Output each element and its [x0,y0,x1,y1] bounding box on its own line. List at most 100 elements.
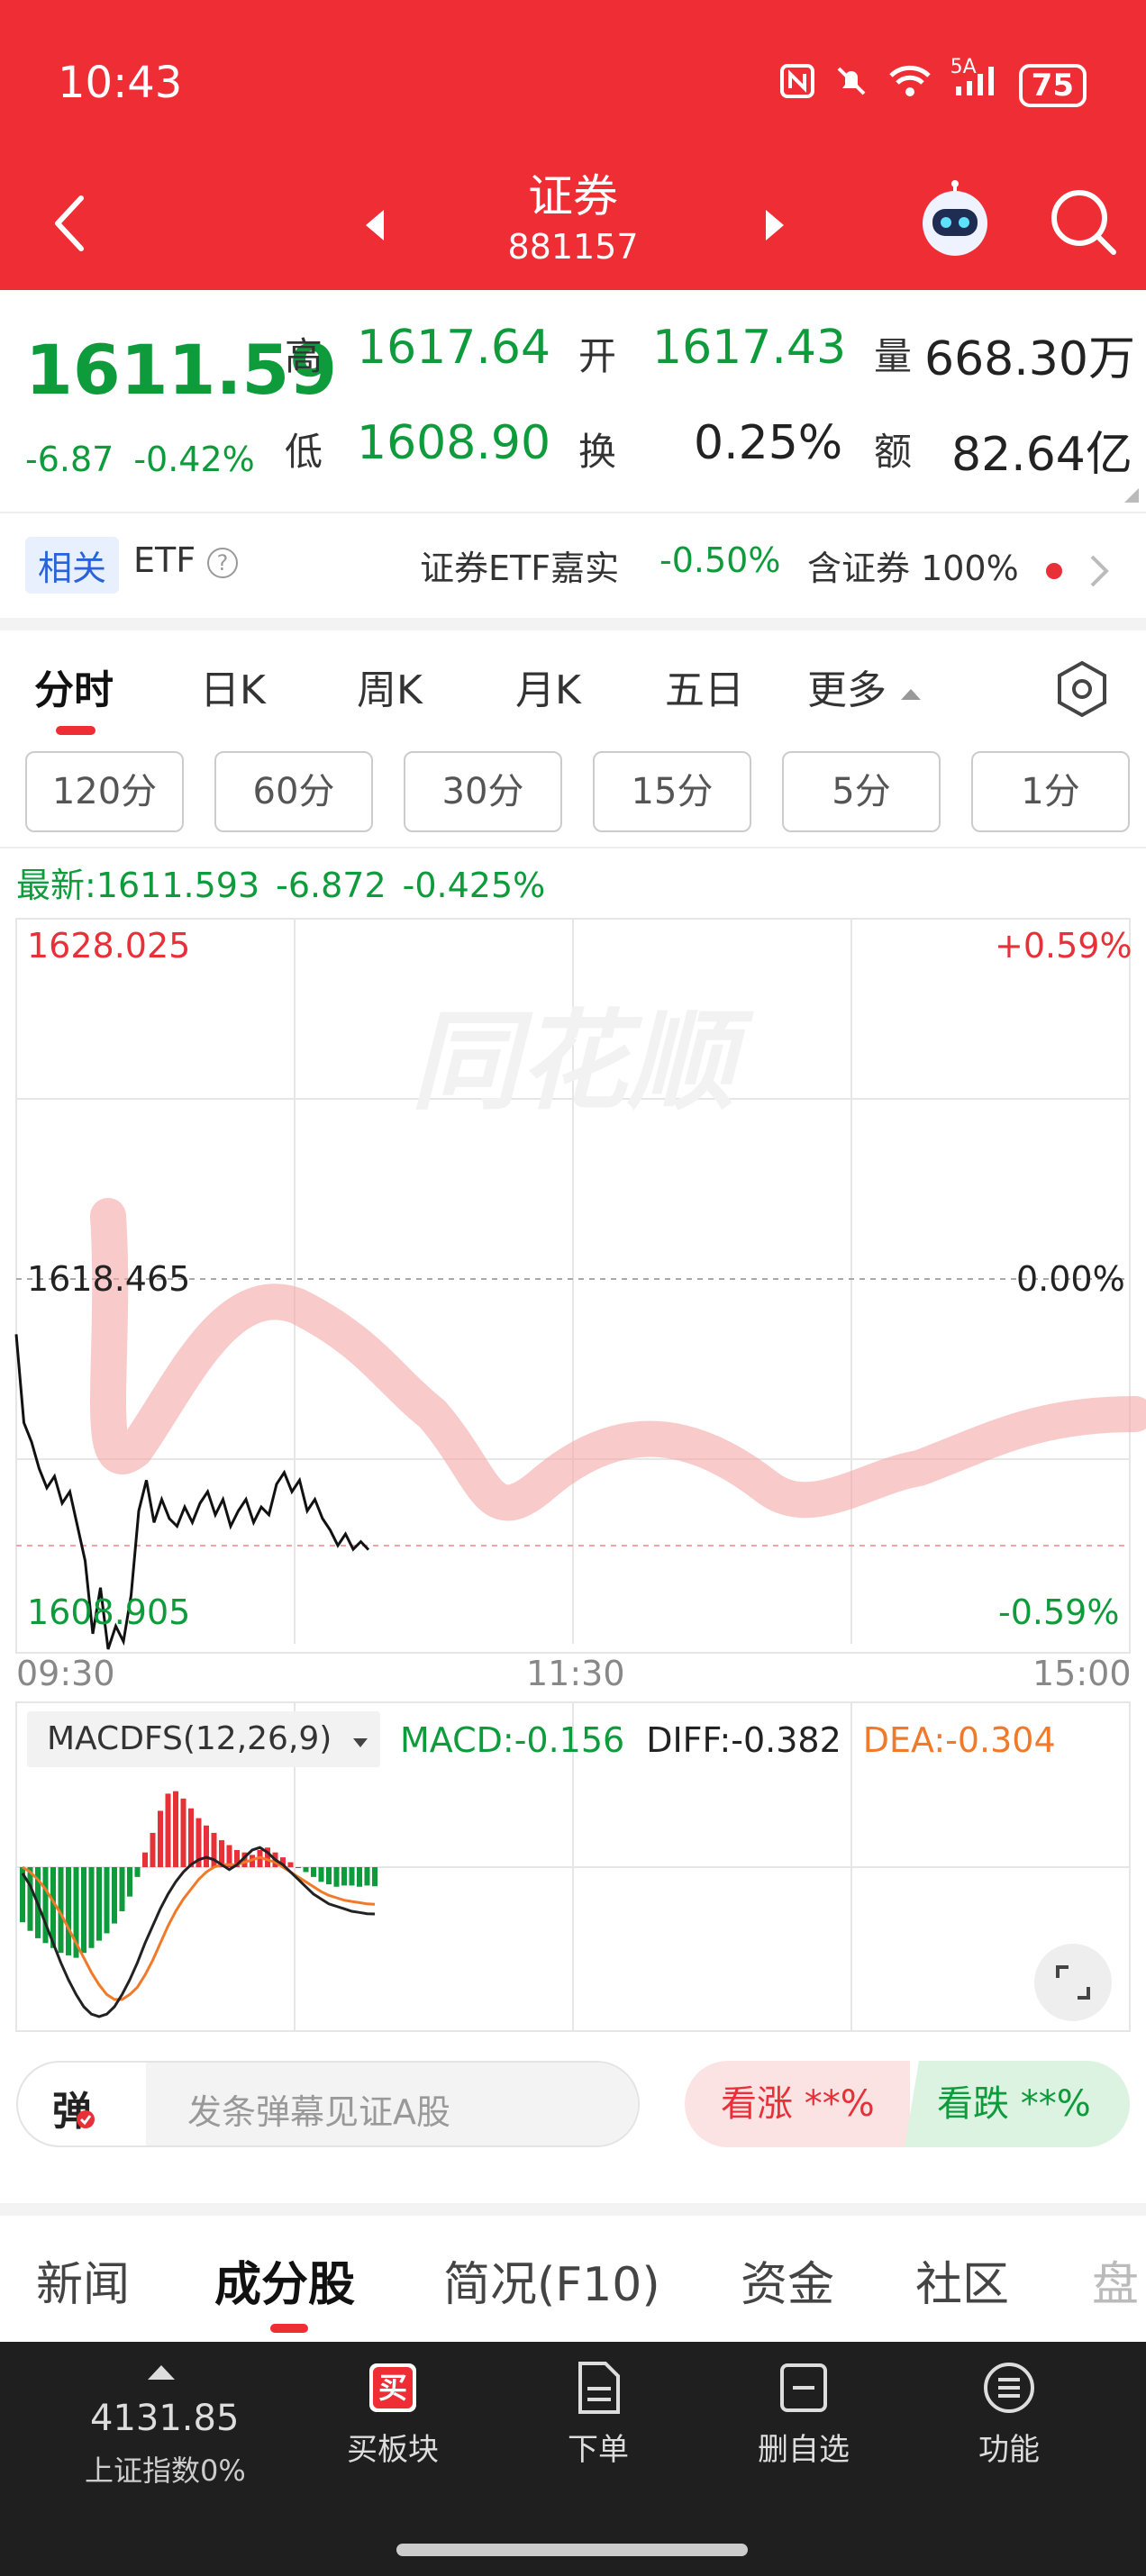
menu-circle-icon [982,2358,1036,2417]
tab-profile[interactable]: 简况(F10) [443,2246,660,2314]
period-5[interactable]: 5分 [782,751,941,832]
chevron-right-icon[interactable] [1088,553,1110,589]
axis-top-pct: +0.59% [995,926,1132,966]
buy-sector-label: 买板块 [347,2432,439,2468]
tab-weekly-k[interactable]: 周K [357,658,423,715]
chart-tabs: 分时 日K 周K 月K 五日 更多 [0,630,1146,739]
bottom-toolbar: 4131.85 上证指数0% 买 买板块 下单 删自选 功能 [0,2342,1146,2576]
divider [0,847,1146,848]
change-value: -6.87 [25,440,114,479]
wifi-icon [887,63,932,107]
vote-fall-button[interactable]: 看跌 **% [905,2061,1130,2147]
prev-stock-button[interactable] [357,203,393,248]
amount-value: 82.64亿 [951,428,1132,482]
vote-rise-button[interactable]: 看涨 **% [685,2061,910,2147]
macd-bar [318,1867,324,1882]
diff-value: DIFF:-0.382 [646,1720,841,1760]
open-value: 1617.43 [652,321,847,375]
macd-bar [158,1810,163,1867]
danmu-placeholder: 发条弹幕见证A股 [187,2092,450,2132]
macd-bar [142,1852,148,1867]
axis-bottom-pct: -0.59% [998,1592,1120,1632]
macd-bar [333,1867,340,1887]
axis-bottom-price: 1608.905 [27,1592,191,1632]
minus-square-icon [777,2358,831,2417]
macd-bar [127,1867,132,1897]
macd-bar [372,1867,377,1887]
time-end: 15:00 [1032,1654,1132,1693]
period-30[interactable]: 30分 [404,751,562,832]
period-120[interactable]: 120分 [25,751,184,832]
axis-mid-pct: 0.00% [1016,1259,1125,1299]
tab-news[interactable]: 新闻 [36,2246,130,2314]
tab-funds[interactable]: 资金 [741,2246,834,2314]
tab-market[interactable]: 盘 [1092,2246,1139,2314]
macd-bar [112,1867,117,1924]
status-time: 10:43 [58,58,183,108]
tab-community[interactable]: 社区 [915,2246,1009,2314]
robot-assistant-icon[interactable] [914,180,996,261]
period-15[interactable]: 15分 [593,751,751,832]
network-type: 5A [950,56,977,78]
macd-bar [104,1867,110,1934]
settings-hexagon-icon[interactable] [1052,659,1112,719]
time-mid: 11:30 [526,1654,625,1693]
macd-bar [27,1867,33,1931]
active-tab-underline [56,726,96,735]
turnover-label: 换 [578,430,617,474]
etf-row[interactable]: 相关 ETF ? 证券ETF嘉实 -0.50% 含证券 100% [0,512,1146,618]
remove-watchlist-label: 删自选 [758,2432,850,2468]
latest-change: -6.872 [276,866,387,905]
content-tabs: 新闻 成分股 简况(F10) 资金 社区 盘 [0,2214,1146,2340]
macd-bar [287,1862,294,1867]
mute-icon [833,63,869,107]
change-percent: -0.42% [133,440,255,479]
high-value: 1617.64 [357,321,551,375]
tab-intraday[interactable]: 分时 [34,658,114,715]
macd-bar [357,1867,362,1887]
tab-daily-k[interactable]: 日K [200,658,266,715]
latest-price: 最新:1611.593 [16,866,260,905]
macd-bar [173,1791,178,1867]
next-stock-button[interactable] [757,203,793,248]
status-icons: 5A 75 [779,56,1087,107]
tab-more-label: 更多 [807,667,887,713]
fullscreen-expand-icon[interactable] [1034,1944,1112,2021]
etf-name: 证券ETF嘉实 [420,549,620,588]
home-indicator[interactable] [396,2544,748,2556]
low-label: 低 [285,430,323,474]
tab-five-day[interactable]: 五日 [665,658,744,715]
latest-pct: -0.425% [402,866,546,905]
macd-bar [188,1808,194,1867]
danmu-input[interactable]: 弹 发条弹幕见证A股 [16,2061,640,2147]
macd-bar [88,1867,95,1948]
tab-monthly-k[interactable]: 月K [515,658,581,715]
search-icon[interactable] [1045,184,1121,259]
help-icon[interactable]: ? [207,548,238,578]
macd-bar [311,1867,316,1877]
macd-bar [341,1867,347,1886]
back-button[interactable] [41,187,96,259]
axis-top-price: 1628.025 [27,926,191,966]
functions-button[interactable]: 功能 [928,2358,1090,2469]
corner-triangle-icon [1124,488,1139,503]
tab-components[interactable]: 成分股 [214,2246,355,2314]
remove-watchlist-button[interactable]: 删自选 [723,2358,885,2469]
tab-more[interactable]: 更多 [807,658,923,715]
battery-indicator: 75 [1018,63,1087,107]
macd-bar [119,1867,125,1911]
buy-icon: 买 [366,2358,420,2417]
up-arrow-icon [148,2365,175,2380]
period-60[interactable]: 60分 [214,751,373,832]
macd-bar [165,1793,171,1867]
red-dot-icon [1046,563,1062,579]
order-button[interactable]: 下单 [517,2358,679,2469]
intraday-chart[interactable]: 同花顺 [0,910,1146,1702]
macd-indicator-select[interactable]: MACDFS(12,26,9) [27,1711,380,1767]
period-1[interactable]: 1分 [971,751,1130,832]
separator [0,618,1146,630]
dropdown-triangle-icon [352,1738,368,1747]
price-change: -6.87 -0.42% [25,440,275,479]
nfc-icon [779,63,815,107]
buy-sector-button[interactable]: 买 买板块 [312,2358,474,2469]
